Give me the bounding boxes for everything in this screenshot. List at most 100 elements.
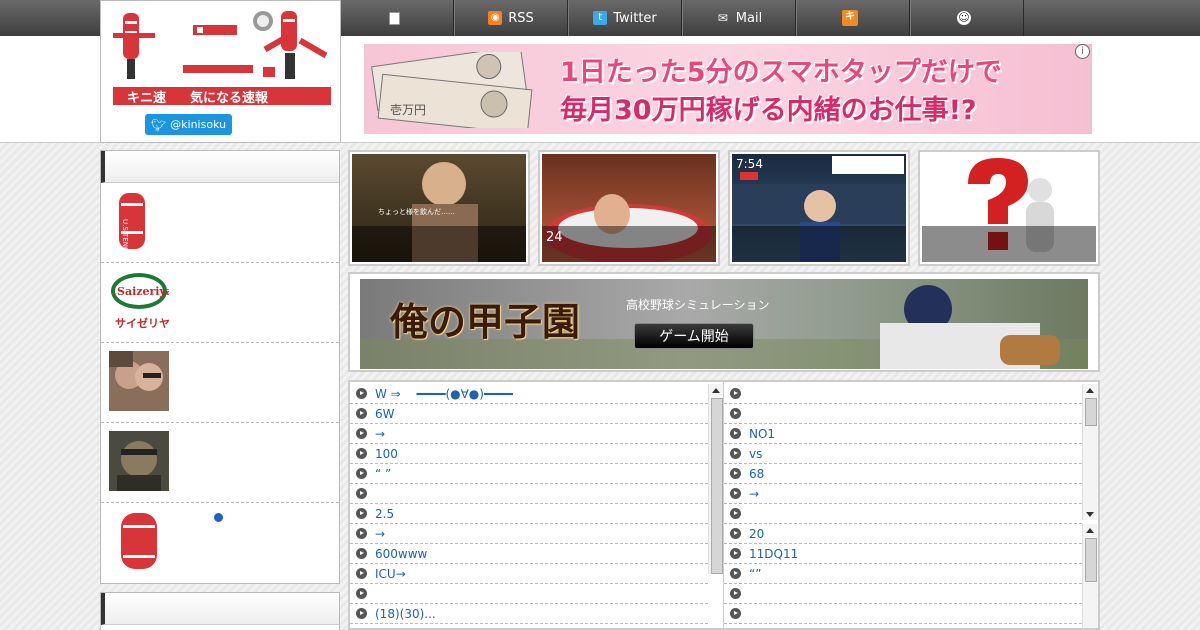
list-item-link[interactable]: “ ” — [375, 467, 391, 481]
soldier-photo-image — [109, 431, 169, 491]
list-item[interactable]: vs — [724, 444, 1082, 464]
list-item-link[interactable]: vs — [749, 447, 762, 461]
play-bullet-icon — [356, 408, 367, 419]
play-bullet-icon — [730, 488, 741, 499]
site-name: キニ速 — [127, 90, 167, 106]
list-item[interactable]: ICU→ — [350, 564, 708, 584]
sidebar-item[interactable] — [101, 423, 339, 503]
list-item-link[interactable]: 11DQ11 — [749, 547, 798, 561]
list-item[interactable] — [350, 484, 708, 504]
list-item[interactable] — [724, 624, 1082, 628]
scrollbar[interactable] — [1082, 384, 1098, 520]
rss-icon: ◉ — [488, 11, 503, 25]
play-bullet-icon — [730, 588, 741, 599]
scroll-up-icon[interactable] — [712, 388, 720, 393]
list-item-link[interactable]: NO1 — [749, 427, 775, 441]
list-item-link[interactable]: 600www — [375, 547, 427, 561]
scroll-thumb[interactable] — [1085, 538, 1097, 582]
scroll-up-icon[interactable] — [1086, 388, 1094, 393]
list-item[interactable]: W ⇒ ━━━━(●∀●)━━━━ — [350, 384, 708, 404]
nav-item-rss[interactable]: ◉ RSS — [454, 0, 568, 36]
play-bullet-icon — [730, 468, 741, 479]
sidebar-item[interactable] — [101, 503, 339, 583]
play-bullet-icon — [356, 428, 367, 439]
list-item[interactable] — [724, 584, 1082, 604]
nav-item-mail[interactable]: ✉ Mail — [682, 0, 796, 36]
list-item-link[interactable]: “” — [749, 567, 761, 581]
list-item[interactable]: → — [724, 484, 1082, 504]
list-item[interactable]: → — [350, 524, 708, 544]
nav-item-twitter[interactable]: t Twitter — [568, 0, 682, 36]
list-item-link[interactable]: → — [375, 527, 385, 541]
scroll-thumb[interactable] — [711, 398, 723, 574]
ad-info-icon[interactable]: i — [1075, 44, 1090, 59]
list-item-link[interactable]: → — [749, 487, 759, 501]
scroll-up-icon[interactable] — [1086, 528, 1094, 533]
list-item[interactable]: 68 — [724, 464, 1082, 484]
list-item[interactable] — [724, 404, 1082, 424]
logo-image — [113, 11, 328, 79]
list-item[interactable] — [724, 504, 1082, 524]
list-item[interactable] — [350, 584, 708, 604]
link-list-left: W ⇒ ━━━━(●∀●)━━━━ 6W → 100 “ ” 2.5 → 600www IC… — [348, 380, 725, 630]
list-item[interactable]: 20 — [724, 524, 1082, 544]
list-item[interactable]: → — [350, 424, 708, 444]
thumb-caption — [922, 226, 1096, 262]
list-item[interactable]: “” — [724, 564, 1082, 584]
twitter-icon: t — [593, 11, 608, 25]
list-item[interactable]: 100 — [350, 444, 708, 464]
site-logo[interactable]: キニ速 気になる速報 🐦︎ @kinisoku — [100, 0, 341, 143]
scroll-down-icon[interactable] — [1086, 512, 1094, 517]
article-thumb[interactable]: 24 — [538, 150, 720, 266]
list-item-link[interactable]: ICU→ — [375, 567, 406, 581]
play-bullet-icon — [730, 528, 741, 539]
ad-banner[interactable]: 壱万円 1日たった5分のスマホタップだけで 毎月30万円稼げる内緒のお仕事!? … — [364, 44, 1092, 134]
svg-text:サイゼリヤ: サイゼリヤ — [115, 316, 169, 330]
list-item-link[interactable]: 6W — [375, 407, 395, 421]
game-ad-banner[interactable]: 俺の甲子園 高校野球シミュレーション ゲーム開始 — [360, 279, 1088, 369]
couple-photo-image — [109, 351, 169, 411]
scrollbar[interactable] — [1082, 524, 1098, 628]
play-bullet-icon — [730, 388, 741, 399]
sidebar-header — [101, 151, 339, 183]
nav-item-face[interactable]: ☺ — [910, 0, 1024, 36]
top-nav-left — [0, 0, 100, 36]
list-item[interactable]: 6W — [350, 404, 708, 424]
list-item-link[interactable]: W ⇒ ━━━━(●∀●)━━━━ — [375, 385, 513, 402]
scrollbar[interactable] — [708, 384, 723, 574]
list-item[interactable]: 11DQ11 — [724, 544, 1082, 564]
status-dot-icon — [214, 513, 223, 522]
play-bullet-icon — [730, 568, 741, 579]
list-item-link[interactable]: (18)(30)... — [375, 607, 436, 621]
sidebar-item[interactable]: Saizeriya サイゼリヤ — [101, 263, 339, 343]
article-thumb[interactable]: ちょっと様を飲んだ…… — [348, 150, 530, 266]
nav-item-document[interactable] — [340, 0, 454, 36]
list-item[interactable]: 600www — [350, 544, 708, 564]
sidebar-item[interactable]: U.S.TENGA — [101, 183, 339, 263]
document-icon — [388, 11, 400, 25]
nav-item-kini[interactable]: キ — [796, 0, 910, 36]
article-thumb[interactable] — [918, 150, 1100, 266]
article-thumb[interactable]: 7:54 — [728, 150, 910, 266]
twitter-handle: @kinisoku — [170, 118, 227, 131]
list-item-link[interactable]: → — [375, 427, 385, 441]
svg-text:Saizeriya: Saizeriya — [117, 285, 169, 298]
list-item[interactable] — [724, 604, 1082, 624]
sidebar-item[interactable] — [101, 343, 339, 423]
twitter-follow-button[interactable]: 🐦︎ @kinisoku — [145, 114, 232, 135]
play-bullet-icon — [356, 588, 367, 599]
game-start-button[interactable]: ゲーム開始 — [634, 323, 754, 349]
list-item-link[interactable]: 20 — [749, 527, 764, 541]
list-item-link[interactable]: 68 — [749, 467, 764, 481]
list-item-link[interactable]: 100 — [375, 447, 398, 461]
list-item[interactable] — [724, 384, 1082, 404]
scroll-thumb[interactable] — [1085, 398, 1097, 426]
list-item[interactable]: NO1 — [724, 424, 1082, 444]
list-item-link[interactable]: 2.5 — [375, 507, 394, 521]
sidebar-panel-2 — [100, 592, 340, 630]
game-subtitle: 高校野球シミュレーション — [626, 298, 770, 312]
list-item[interactable]: “ ” — [350, 464, 708, 484]
thumb-caption: 24 — [542, 226, 716, 262]
list-item[interactable]: 2.5 — [350, 504, 708, 524]
list-item[interactable]: (18)(30)... — [350, 604, 708, 624]
